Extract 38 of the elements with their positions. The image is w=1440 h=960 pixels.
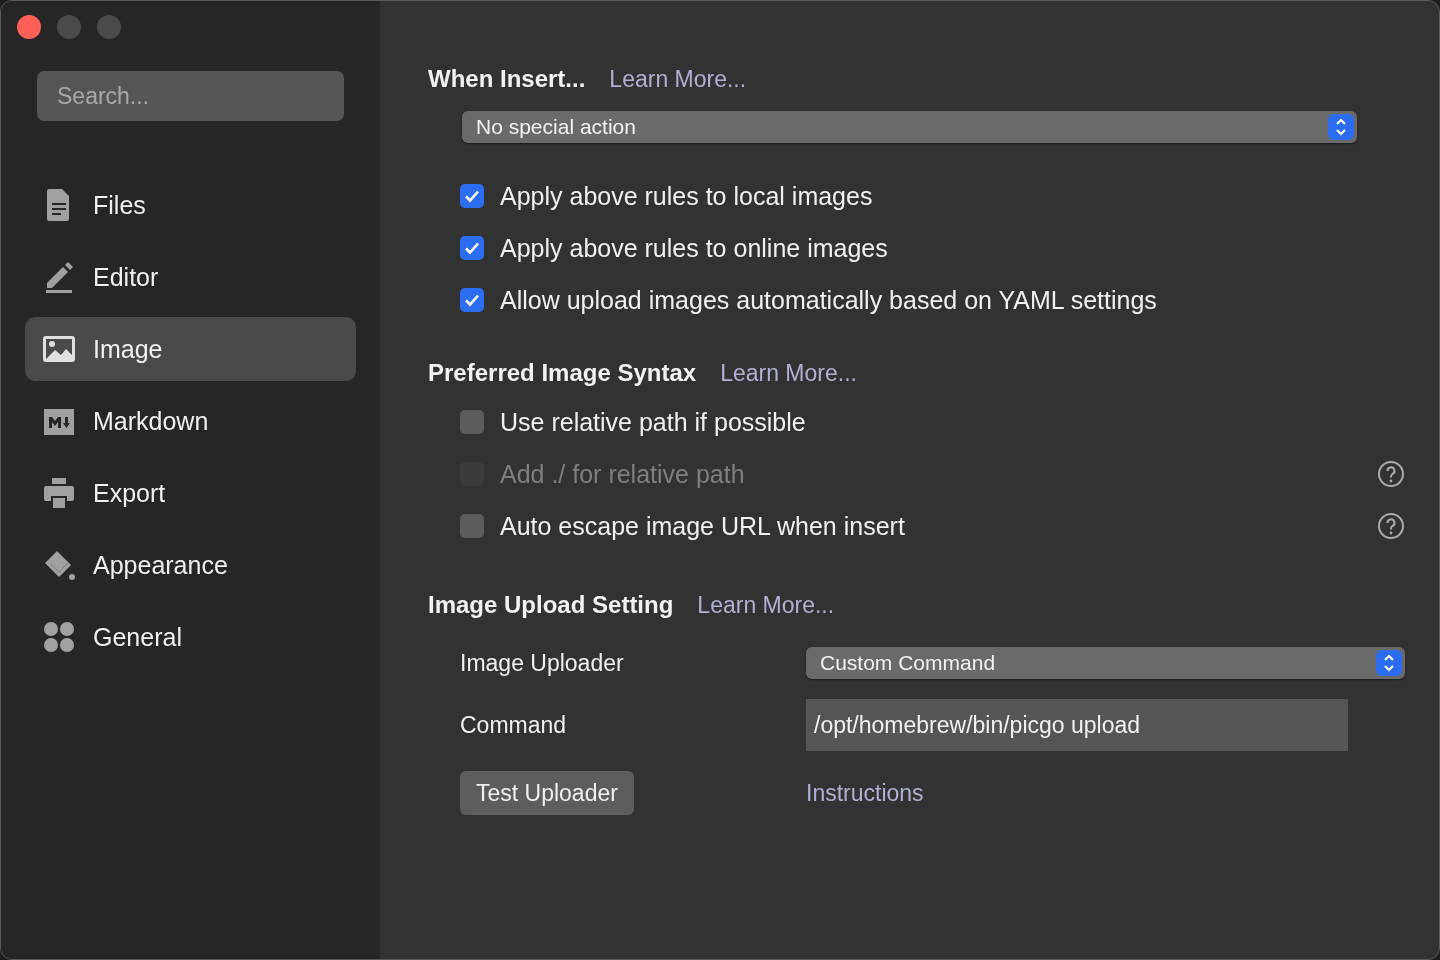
command-field[interactable]: /opt/homebrew/bin/picgo upload: [806, 699, 1348, 751]
checkbox[interactable]: [460, 514, 484, 538]
sidebar-item[interactable]: Editor: [25, 245, 356, 309]
general-icon: [41, 619, 77, 655]
select-dropdown[interactable]: Custom Command: [806, 647, 1405, 679]
section-title: Preferred Image Syntax: [428, 359, 697, 387]
select-dropdown[interactable]: No special action: [462, 111, 1357, 143]
stepper-icon: [1376, 650, 1402, 676]
sidebar-item[interactable]: General: [25, 605, 356, 669]
sidebar-item[interactable]: Image: [25, 317, 356, 381]
help-icon[interactable]: [1377, 512, 1405, 540]
instructions-link[interactable]: Instructions: [806, 779, 1405, 807]
window-control-icon[interactable]: [17, 15, 41, 39]
field-label: Image Uploader: [460, 649, 625, 677]
checkbox[interactable]: [460, 184, 484, 208]
option-label: Add ./ for relative path: [500, 459, 745, 489]
option-label: Allow upload images automatically based on YAML settings: [500, 285, 1157, 315]
option-label: Auto escape image URL when insert: [500, 511, 905, 541]
sidebar-item[interactable]: Markdown: [25, 389, 356, 453]
field-label: Command: [460, 711, 568, 739]
checkbox[interactable]: [460, 236, 484, 260]
export-icon: [41, 475, 77, 511]
sidebar-item[interactable]: Export: [25, 461, 356, 525]
sidebar-item[interactable]: Appearance: [25, 533, 356, 597]
learn-more-link[interactable]: Learn More...: [697, 592, 835, 619]
learn-more-link[interactable]: Learn More...: [609, 66, 747, 93]
option-label: Apply above rules to local images: [500, 181, 873, 211]
learn-more-link[interactable]: Learn More...: [720, 360, 857, 387]
test-uploader-button[interactable]: Test Uploader: [460, 771, 634, 815]
option-label: Use relative path if possible: [500, 407, 806, 437]
search-field[interactable]: Search...: [37, 71, 344, 121]
section-title: When Insert...: [428, 65, 586, 93]
stepper-icon: [1328, 114, 1354, 140]
section-title: Image Upload Setting: [428, 591, 674, 619]
option-label: Apply above rules to online images: [500, 233, 888, 263]
sidebar-item[interactable]: Files: [25, 173, 356, 237]
checkbox[interactable]: [460, 288, 484, 312]
checkbox[interactable]: [460, 410, 484, 434]
